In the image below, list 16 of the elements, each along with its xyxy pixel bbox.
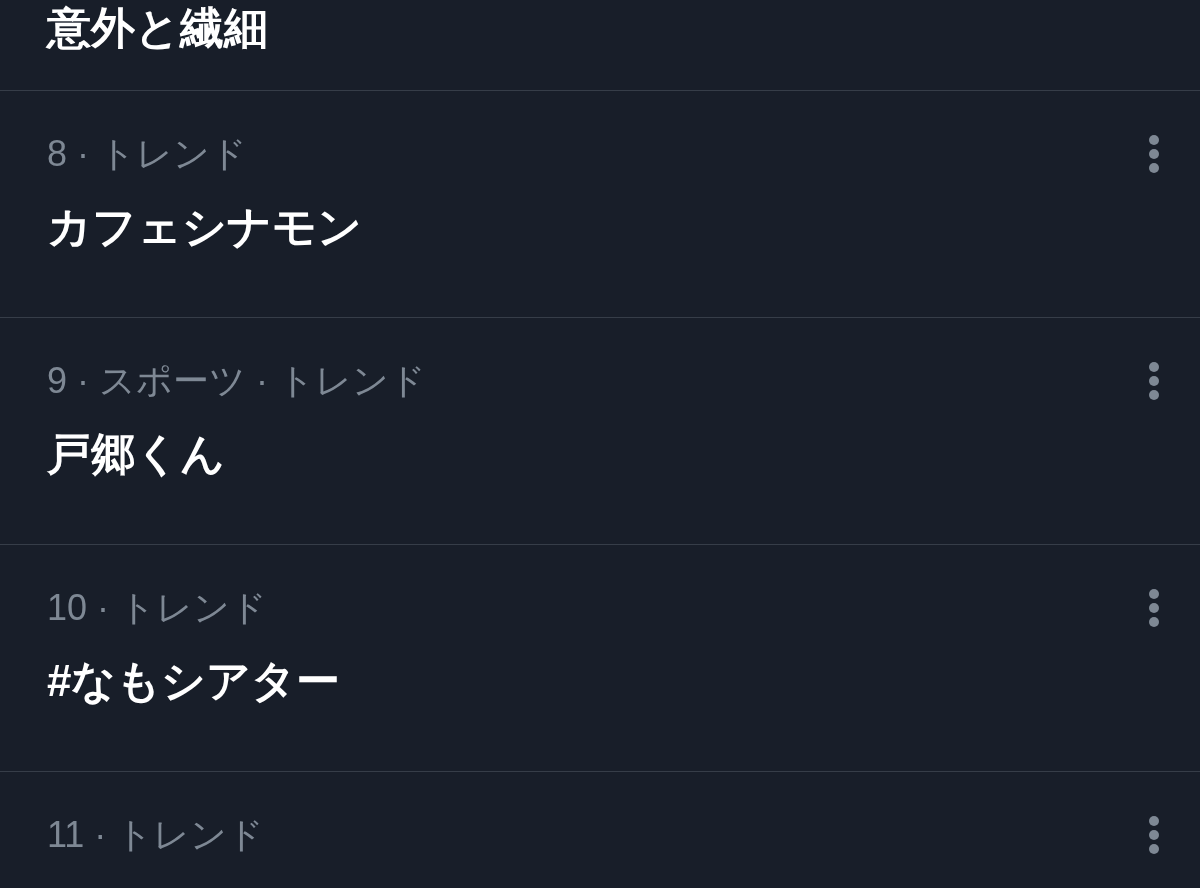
more-button[interactable] xyxy=(1148,135,1160,173)
more-icon xyxy=(1148,589,1160,627)
more-icon xyxy=(1148,135,1160,173)
more-icon xyxy=(1148,362,1160,400)
trend-meta: 10 · トレンド xyxy=(47,586,268,630)
trend-title[interactable]: #なもシアター xyxy=(47,653,341,709)
more-icon xyxy=(1148,816,1160,854)
more-button[interactable] xyxy=(1148,589,1160,627)
trend-title[interactable]: 戸郷くん xyxy=(47,426,225,482)
trend-title[interactable]: カフェシナモン xyxy=(47,199,362,255)
more-button[interactable] xyxy=(1148,362,1160,400)
trend-meta: 8 · トレンド xyxy=(47,132,247,176)
more-button[interactable] xyxy=(1148,816,1160,854)
trend-title[interactable]: 意外と繊細 xyxy=(47,0,268,56)
trend-meta: 11 · トレンド xyxy=(47,813,265,857)
trend-meta: 9 · スポーツ · トレンド xyxy=(47,359,426,403)
